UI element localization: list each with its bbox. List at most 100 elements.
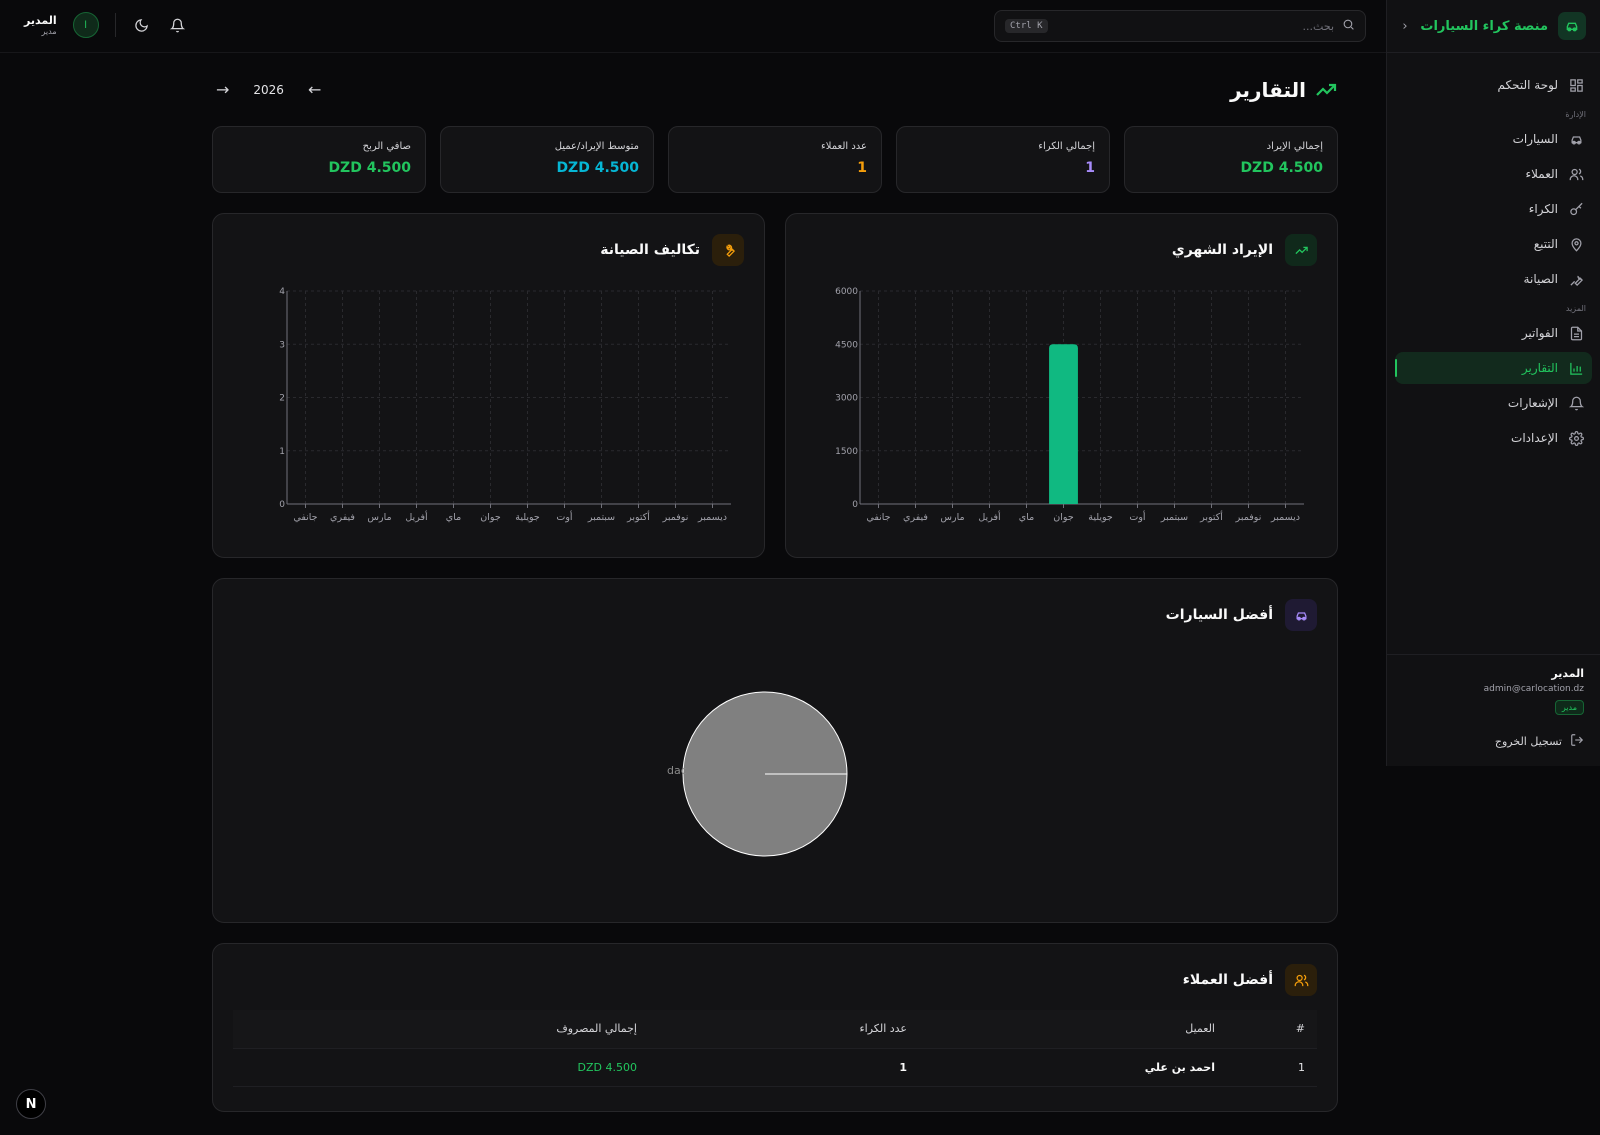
stat-label: إجمالي الكراء xyxy=(1038,141,1095,152)
user-name: المدير xyxy=(1551,667,1584,680)
sidebar-item-key[interactable]: الكراء xyxy=(1395,193,1592,225)
x-tick-label: جانفي xyxy=(866,512,890,523)
sidebar-item-wrench[interactable]: الصيانة xyxy=(1395,263,1592,295)
x-tick-label: جانفي xyxy=(293,512,317,523)
collapse-sidebar-icon[interactable]: ‹ xyxy=(1395,19,1415,34)
sidebar-item-bell[interactable]: الإشعارات xyxy=(1395,387,1592,419)
key-icon xyxy=(1568,201,1584,217)
pie-slice-label: dac xyxy=(667,764,687,777)
section-label-more: المزيد xyxy=(1565,304,1586,313)
client-rank: 1 xyxy=(1227,1047,1317,1087)
user-email: admin@carlocation.dz xyxy=(1483,684,1584,694)
topbar-user-name: المدير xyxy=(24,14,57,27)
bar-chart-icon xyxy=(1568,360,1584,376)
top-clients-title: أفضل العملاء xyxy=(1182,972,1273,988)
col-client: العميل xyxy=(919,1010,1227,1048)
stat-label: إجمالي الإيراد xyxy=(1266,141,1323,152)
dashboard-icon xyxy=(1568,77,1584,93)
page-title-text: التقارير xyxy=(1230,77,1306,102)
logout-label: تسجيل الخروج xyxy=(1494,735,1562,748)
bell-icon xyxy=(1568,395,1584,411)
x-tick-label: ديسمبر xyxy=(697,512,727,523)
stat-value: DZD 4.500 xyxy=(556,160,639,176)
logout-button[interactable]: تسجيل الخروج xyxy=(1403,733,1584,750)
next-year-button[interactable]: → xyxy=(216,80,229,99)
x-tick-label: فيفري xyxy=(330,512,355,523)
y-tick-label: 3000 xyxy=(835,394,858,404)
x-tick-label: ماي xyxy=(446,512,461,523)
trending-up-icon xyxy=(1316,83,1337,96)
search-shortcut: Ctrl K xyxy=(1005,19,1048,33)
stat-label: متوسط الإيراد/عميل xyxy=(554,141,639,152)
car-icon xyxy=(1285,599,1317,631)
y-tick-label: 0 xyxy=(279,500,285,510)
trending-up-icon xyxy=(1285,234,1317,266)
stat-card: صافي الربح DZD 4.500 xyxy=(212,126,426,193)
topbar-divider xyxy=(114,13,116,37)
stat-card: عدد العملاء 1 xyxy=(668,126,882,193)
sidebar-item-bar-chart[interactable]: التقارير xyxy=(1395,352,1592,384)
prev-year-button[interactable]: ← xyxy=(308,80,321,99)
section-label-admin: الإدارة xyxy=(1565,110,1586,119)
x-tick-label: جوان xyxy=(480,512,501,523)
sidebar-item-label: الكراء xyxy=(1528,202,1558,216)
top-cars-pie-chart: dac xyxy=(667,691,848,857)
brand-name: منصة كراء السيارات xyxy=(1420,18,1548,34)
search-input[interactable]: بحث... xyxy=(1048,20,1334,33)
stat-card: متوسط الإيراد/عميل DZD 4.500 xyxy=(440,126,654,193)
y-tick-label: 3 xyxy=(279,340,285,350)
sidebar-item-users[interactable]: العملاء xyxy=(1395,158,1592,190)
role-badge: مدير xyxy=(1554,700,1584,715)
sidebar-item-label: السيارات xyxy=(1512,132,1558,146)
col-total: إجمالي المصروف xyxy=(233,1010,649,1048)
topbar-user[interactable]: المدير مدير xyxy=(24,14,57,36)
client-rentals: 1 xyxy=(649,1047,919,1087)
x-tick-label: جويلية xyxy=(1088,512,1113,523)
sidebar-item-map-pin[interactable]: التتبع xyxy=(1395,228,1592,260)
x-tick-label: ماي xyxy=(1019,512,1034,523)
col-rank: # xyxy=(1227,1010,1317,1048)
topbar-actions: المدير مدير ا xyxy=(24,12,204,38)
moon-icon[interactable] xyxy=(132,15,152,35)
monthly-revenue-chart: 0 1500 3000 4500 6000 جانفي فيفري مارس أفريل ماي ج… xyxy=(835,287,1304,523)
client-total: DZD 4.500 xyxy=(233,1047,649,1087)
x-tick-label: سبتمبر xyxy=(587,512,615,523)
sidebar-item-label: الإشعارات xyxy=(1507,396,1558,410)
bar[interactable] xyxy=(1049,344,1078,504)
sidebar-item-dashboard[interactable]: لوحة التحكم xyxy=(1395,69,1592,101)
search-icon xyxy=(1342,18,1355,34)
avatar[interactable]: ا xyxy=(72,12,99,38)
x-tick-label: فيفري xyxy=(903,512,928,523)
sidebar-item-label: التتبع xyxy=(1533,237,1558,251)
main-content: التقارير → 2026 ← إجمالي الإيراد DZD 4.50… xyxy=(212,53,1338,1112)
map-pin-icon xyxy=(1568,236,1584,252)
stats-row: إجمالي الإيراد DZD 4.500 إجمالي الكراء 1 عدد… xyxy=(212,126,1338,193)
bell-icon[interactable] xyxy=(168,15,188,35)
gear-icon xyxy=(1568,430,1584,446)
topbar: بحث... Ctrl K المدير مدير ا xyxy=(0,0,1386,53)
sidebar-item-invoice[interactable]: الفواتير xyxy=(1395,317,1592,349)
search-box[interactable]: بحث... Ctrl K xyxy=(994,10,1366,42)
stat-card: إجمالي الإيراد DZD 4.500 xyxy=(1124,126,1338,193)
year-navigator: → 2026 ← xyxy=(212,80,321,99)
stat-value: 1 xyxy=(857,160,867,176)
client-name: احمد بن علي xyxy=(919,1047,1227,1087)
sidebar-item-gear[interactable]: الإعدادات xyxy=(1395,422,1592,454)
sidebar-item-car[interactable]: السيارات xyxy=(1395,123,1592,155)
maintenance-costs-title: تكاليف الصيانة xyxy=(600,242,700,258)
x-tick-label: أكتوبر xyxy=(1199,510,1223,523)
sidebar: منصة كراء السيارات ‹ لوحة التحكم الإدارة ا… xyxy=(1386,0,1600,766)
y-tick-label: 4500 xyxy=(835,340,858,350)
page-header: التقارير → 2026 ← xyxy=(212,53,1338,126)
x-tick-label: مارس xyxy=(940,512,964,523)
next-dev-badge[interactable]: N xyxy=(16,1089,46,1119)
table-row[interactable]: 1 احمد بن علي 1 DZD 4.500 xyxy=(233,1047,1317,1087)
x-tick-label: أفريل xyxy=(405,510,428,523)
x-tick-label: جويلية xyxy=(515,512,540,523)
x-tick-label: سبتمبر xyxy=(1160,512,1188,523)
top-clients-table: # العميل عدد الكراء إجمالي المصروف 1 احمد… xyxy=(233,1010,1317,1087)
top-cars-title: أفضل السيارات xyxy=(1165,607,1273,623)
top-clients-card: أفضل العملاء # العميل عدد الكراء إجمالي … xyxy=(212,943,1338,1112)
stat-label: عدد العملاء xyxy=(821,141,867,152)
sidebar-item-label: لوحة التحكم xyxy=(1497,78,1559,92)
